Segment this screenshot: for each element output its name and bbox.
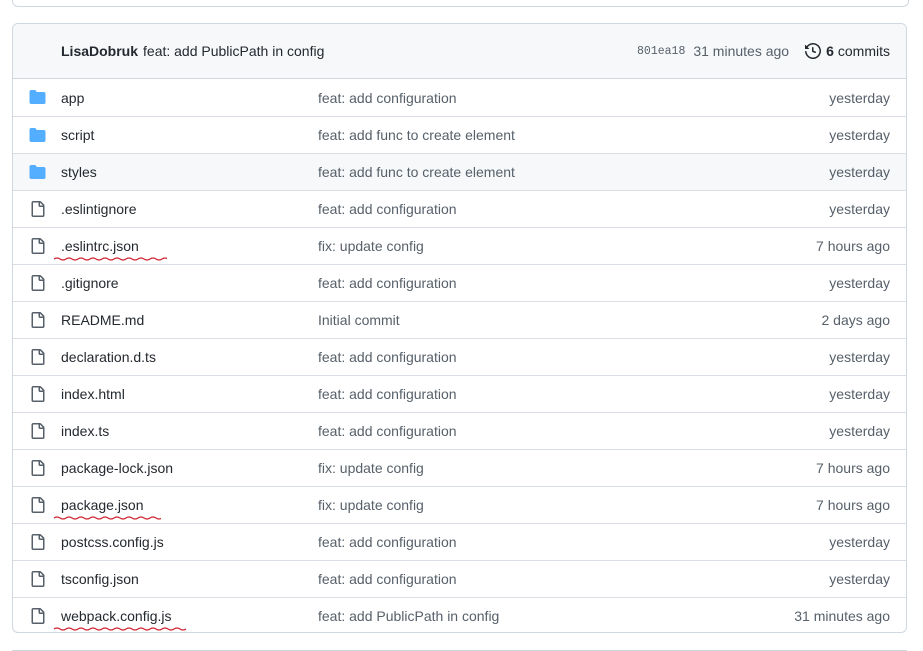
file-commit-message[interactable]: feat: add func to create element bbox=[318, 127, 515, 143]
file-commit-message[interactable]: fix: update config bbox=[318, 497, 424, 513]
file-list: app feat: add configuration yesterday scrip… bbox=[13, 79, 906, 632]
file-commit-date: yesterday bbox=[829, 571, 890, 587]
file-name-link[interactable]: styles bbox=[61, 164, 97, 180]
latest-commit-bar: LisaDobruk feat: add PublicPath in confi… bbox=[13, 24, 906, 79]
file-commit-message[interactable]: Initial commit bbox=[318, 312, 400, 328]
file-browser: LisaDobruk feat: add PublicPath in confi… bbox=[12, 23, 907, 633]
file-name-link[interactable]: declaration.d.ts bbox=[61, 349, 156, 365]
file-commit-message[interactable]: feat: add configuration bbox=[318, 571, 457, 587]
commits-link[interactable]: 6 commits bbox=[805, 43, 890, 59]
file-commit-date: 31 minutes ago bbox=[794, 608, 890, 624]
previous-box-edge bbox=[12, 0, 909, 7]
file-name-link[interactable]: .eslintignore bbox=[61, 201, 137, 217]
file-commit-message[interactable]: fix: update config bbox=[318, 460, 424, 476]
file-icon bbox=[31, 201, 45, 217]
file-icon bbox=[31, 275, 45, 291]
file-row[interactable]: index.ts feat: add configuration yesterday bbox=[13, 412, 906, 449]
file-commit-message[interactable]: feat: add configuration bbox=[318, 90, 457, 106]
file-name-link[interactable]: .gitignore bbox=[61, 275, 119, 291]
file-name-link[interactable]: .eslintrc.json bbox=[53, 238, 167, 261]
file-icon bbox=[31, 534, 45, 550]
file-commit-date: yesterday bbox=[829, 423, 890, 439]
file-commit-date: yesterday bbox=[829, 386, 890, 402]
file-commit-date: yesterday bbox=[829, 127, 890, 143]
file-commit-message[interactable]: feat: add configuration bbox=[318, 349, 457, 365]
file-icon bbox=[31, 608, 45, 624]
file-row[interactable]: index.html feat: add configuration yesterd… bbox=[13, 375, 906, 412]
file-name-link[interactable]: webpack.config.js bbox=[53, 608, 187, 631]
file-icon bbox=[31, 349, 45, 365]
file-row[interactable]: app feat: add configuration yesterday bbox=[13, 79, 906, 116]
file-icon bbox=[31, 312, 45, 328]
folder-icon bbox=[29, 165, 46, 179]
file-row[interactable]: styles feat: add func to create element ye… bbox=[13, 153, 906, 190]
file-name-link[interactable]: index.html bbox=[61, 386, 125, 402]
file-commit-message[interactable]: feat: add configuration bbox=[318, 423, 457, 439]
file-commit-date: yesterday bbox=[829, 534, 890, 550]
file-row[interactable]: script feat: add func to create element ye… bbox=[13, 116, 906, 153]
file-name-link[interactable]: package.json bbox=[53, 497, 161, 520]
commit-author[interactable]: LisaDobruk bbox=[61, 43, 138, 59]
file-commit-message[interactable]: feat: add configuration bbox=[318, 275, 457, 291]
file-row[interactable]: declaration.d.ts feat: add configuration y… bbox=[13, 338, 906, 375]
file-commit-date: yesterday bbox=[829, 89, 890, 106]
file-icon bbox=[31, 571, 45, 587]
file-icon bbox=[31, 460, 45, 476]
file-commit-message[interactable]: feat: add PublicPath in config bbox=[318, 608, 499, 624]
file-row[interactable]: .eslintignore feat: add configuration yest… bbox=[13, 190, 906, 227]
file-name-link[interactable]: README.md bbox=[61, 312, 144, 328]
folder-icon bbox=[29, 90, 46, 104]
file-commit-date: yesterday bbox=[829, 349, 890, 365]
red-underline-annotation bbox=[53, 627, 187, 631]
file-icon bbox=[31, 386, 45, 402]
commits-label: commits bbox=[837, 43, 890, 59]
file-icon bbox=[31, 423, 45, 439]
file-commit-message[interactable]: feat: add configuration bbox=[318, 386, 457, 402]
commit-time: 31 minutes ago bbox=[693, 43, 790, 59]
file-commit-date: 7 hours ago bbox=[816, 238, 890, 254]
file-commit-date: yesterday bbox=[829, 201, 890, 217]
latest-commit-message[interactable]: feat: add PublicPath in config bbox=[143, 43, 324, 59]
file-commit-message[interactable]: fix: update config bbox=[318, 238, 424, 254]
file-row[interactable]: package-lock.json fix: update config 7 hou… bbox=[13, 449, 906, 486]
file-name-link[interactable]: tsconfig.json bbox=[61, 571, 139, 587]
file-name-link[interactable]: postcss.config.js bbox=[61, 534, 164, 550]
file-icon bbox=[31, 497, 45, 513]
file-row[interactable]: package.json fix: update config 7 hours ag… bbox=[13, 486, 906, 523]
file-row[interactable]: .gitignore feat: add configuration yesterd… bbox=[13, 264, 906, 301]
folder-icon bbox=[29, 128, 46, 142]
file-commit-date: yesterday bbox=[829, 164, 890, 180]
file-icon bbox=[31, 238, 45, 254]
file-commit-message[interactable]: feat: add configuration bbox=[318, 201, 457, 217]
file-name-link[interactable]: package-lock.json bbox=[61, 460, 173, 476]
commits-count: 6 bbox=[826, 43, 834, 59]
red-underline-annotation bbox=[53, 257, 167, 261]
file-row[interactable]: .eslintrc.json fix: update config 7 hours … bbox=[13, 227, 906, 264]
file-name-link[interactable]: app bbox=[61, 90, 84, 106]
file-commit-message[interactable]: feat: add func to create element bbox=[318, 164, 515, 180]
file-commit-date: 7 hours ago bbox=[816, 460, 890, 476]
file-commit-message[interactable]: feat: add configuration bbox=[318, 534, 457, 550]
commit-sha[interactable]: 801ea18 bbox=[637, 45, 685, 58]
red-underline-annotation bbox=[53, 516, 161, 520]
file-row[interactable]: README.md Initial commit 2 days ago bbox=[13, 301, 906, 338]
file-commit-date: yesterday bbox=[829, 275, 890, 291]
file-commit-date: 7 hours ago bbox=[816, 497, 890, 513]
file-name-link[interactable]: script bbox=[61, 127, 94, 143]
file-row[interactable]: tsconfig.json feat: add configuration yest… bbox=[13, 560, 906, 597]
file-row[interactable]: postcss.config.js feat: add configuration… bbox=[13, 523, 906, 560]
file-commit-date: 2 days ago bbox=[821, 312, 891, 328]
commit-meta: 801ea18 31 minutes ago 6 commits bbox=[637, 43, 890, 59]
file-row[interactable]: webpack.config.js feat: add PublicPath in… bbox=[13, 597, 906, 632]
file-name-link[interactable]: index.ts bbox=[61, 423, 109, 439]
history-icon bbox=[805, 43, 822, 59]
